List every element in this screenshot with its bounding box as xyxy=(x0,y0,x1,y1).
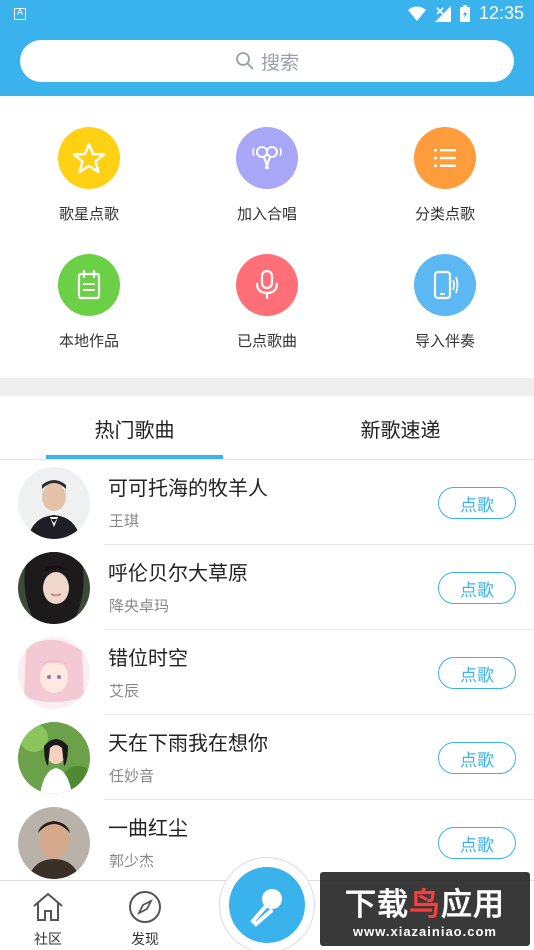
battery-icon xyxy=(459,5,470,22)
grid-item-category[interactable]: 分类点歌 xyxy=(356,127,534,224)
app-screen: A 12:35 搜索 歌星点歌 加入合唱 分类点歌 本地作品 已点歌曲 导入伴奏… xyxy=(0,0,534,950)
grid-label: 导入伴奏 xyxy=(414,332,475,350)
artist-avatar xyxy=(18,637,90,709)
microphone-icon xyxy=(255,269,279,299)
song-row[interactable]: 可可托海的牧羊人 王琪 点歌 xyxy=(0,460,534,545)
song-title: 错位时空 xyxy=(108,646,188,670)
grid-circle xyxy=(58,127,120,189)
song-artist: 降央卓玛 xyxy=(109,597,170,615)
song-artist: 王琪 xyxy=(109,512,140,530)
grid-label: 分类点歌 xyxy=(414,205,475,223)
tab-hot-songs[interactable]: 热门歌曲 xyxy=(46,396,223,460)
tab-new-songs[interactable]: 新歌速递 xyxy=(312,396,489,460)
order-song-button[interactable]: 点歌 xyxy=(438,742,516,774)
order-song-button[interactable]: 点歌 xyxy=(438,827,516,859)
chorus-mic-icon xyxy=(252,146,282,170)
watermark-logo: 下载鸟应用 www.xiazainiao.com xyxy=(320,872,530,946)
status-time: 12:35 xyxy=(478,3,524,23)
phone-sound-icon xyxy=(433,270,459,300)
home-icon xyxy=(31,890,65,924)
grid-item-chorus[interactable]: 加入合唱 xyxy=(178,127,356,224)
nav-community[interactable]: 社区 xyxy=(13,881,83,950)
search-placeholder: 搜索 xyxy=(260,51,299,74)
karaoke-mic-icon xyxy=(250,889,282,927)
artist-avatar xyxy=(18,722,90,794)
song-tabs: 热门歌曲 新歌速递 xyxy=(0,396,534,460)
artist-avatar xyxy=(18,552,90,624)
nav-discover[interactable]: 发现 xyxy=(110,881,180,950)
song-title: 可可托海的牧羊人 xyxy=(108,476,268,500)
active-tab-indicator xyxy=(46,455,223,459)
notification-icon: A xyxy=(14,7,26,20)
song-artist: 任妙音 xyxy=(109,767,155,785)
grid-item-import-accompaniment[interactable]: 导入伴奏 xyxy=(356,254,534,351)
grid-circle xyxy=(236,254,298,316)
grid-circle xyxy=(414,254,476,316)
compass-icon xyxy=(128,890,162,924)
status-bar: A 12:35 xyxy=(0,0,534,27)
grid-circle xyxy=(236,127,298,189)
nav-label: 社区 xyxy=(34,932,62,948)
feature-grid: 歌星点歌 加入合唱 分类点歌 本地作品 已点歌曲 导入伴奏 xyxy=(0,96,534,378)
grid-label: 歌星点歌 xyxy=(58,205,119,223)
grid-label: 本地作品 xyxy=(58,332,119,350)
grid-circle xyxy=(58,254,120,316)
section-divider xyxy=(0,378,534,396)
search-icon xyxy=(236,52,254,70)
cellular-icon xyxy=(434,5,451,22)
grid-item-ordered-songs[interactable]: 已点歌曲 xyxy=(178,254,356,351)
grid-label: 加入合唱 xyxy=(236,205,297,223)
header: A 12:35 搜索 xyxy=(0,0,534,96)
watermark-url: www.xiazainiao.com xyxy=(353,924,497,939)
record-button[interactable] xyxy=(229,867,305,943)
nav-label: 发现 xyxy=(131,932,159,948)
song-title: 呼伦贝尔大草原 xyxy=(108,561,248,585)
calendar-doc-icon xyxy=(77,269,101,300)
grid-item-singer[interactable]: 歌星点歌 xyxy=(0,127,178,224)
order-song-button[interactable]: 点歌 xyxy=(438,657,516,689)
grid-label: 已点歌曲 xyxy=(236,332,297,350)
song-row[interactable]: 天在下雨我在想你 任妙音 点歌 xyxy=(0,715,534,800)
grid-circle xyxy=(414,127,476,189)
song-artist: 艾辰 xyxy=(109,682,140,700)
artist-avatar xyxy=(18,807,90,879)
order-song-button[interactable]: 点歌 xyxy=(438,572,516,604)
song-title: 一曲红尘 xyxy=(108,816,188,840)
star-icon xyxy=(72,142,106,174)
artist-avatar xyxy=(18,467,90,539)
song-artist: 郭少杰 xyxy=(109,852,155,870)
list-icon xyxy=(434,149,456,167)
status-indicators: 12:35 xyxy=(407,3,524,24)
song-row[interactable]: 呼伦贝尔大草原 降央卓玛 点歌 xyxy=(0,545,534,630)
song-title: 天在下雨我在想你 xyxy=(108,731,268,755)
search-input[interactable]: 搜索 xyxy=(20,40,514,82)
grid-item-local-works[interactable]: 本地作品 xyxy=(0,254,178,351)
watermark-brand: 下载鸟应用 xyxy=(345,887,505,923)
song-row[interactable]: 错位时空 艾辰 点歌 xyxy=(0,630,534,715)
wifi-icon xyxy=(407,6,426,21)
order-song-button[interactable]: 点歌 xyxy=(438,487,516,519)
